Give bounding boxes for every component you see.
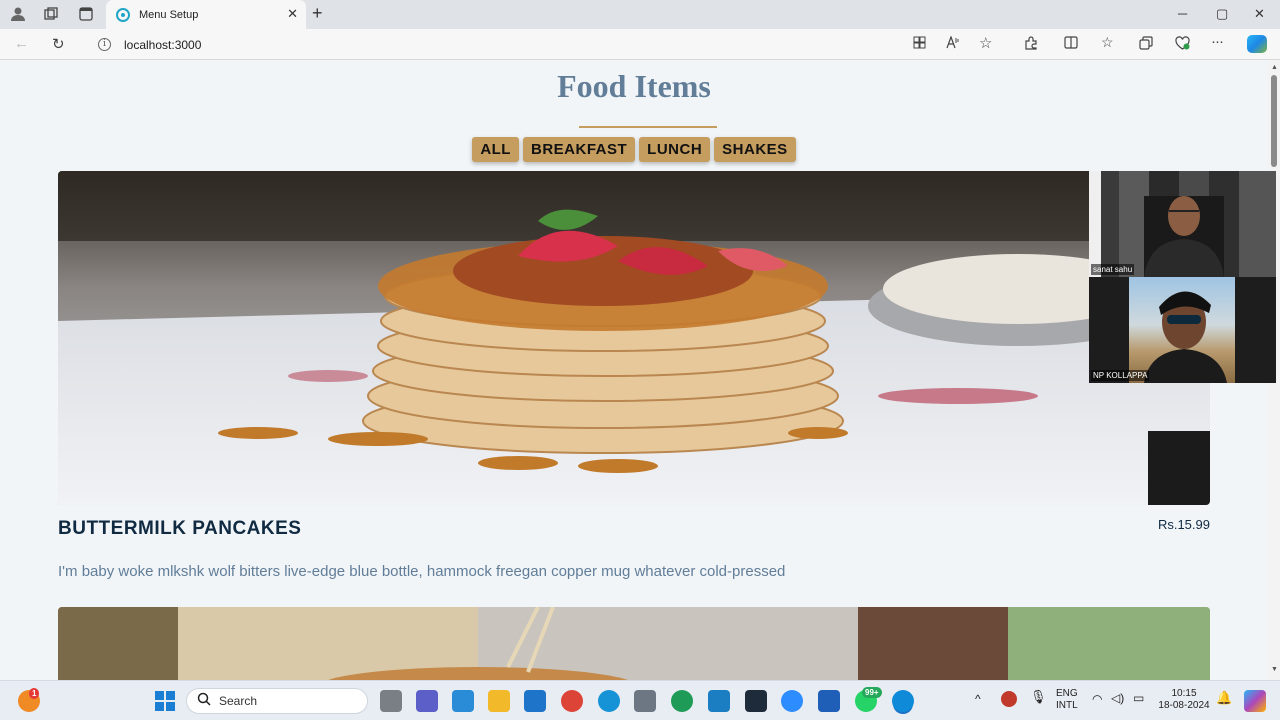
teams-icon[interactable] [416, 690, 438, 712]
info-icon[interactable]: i [98, 38, 111, 51]
window-close-icon[interactable]: ✕ [1254, 6, 1265, 22]
zoom-icon[interactable] [781, 690, 803, 712]
store-icon[interactable] [452, 690, 474, 712]
new-tab-icon[interactable]: + [312, 3, 323, 24]
minimize-icon[interactable]: ─ [1178, 6, 1187, 21]
back-icon[interactable]: ← [14, 35, 29, 52]
language-code: ENG [1056, 688, 1078, 699]
collections-icon[interactable] [1139, 36, 1153, 53]
page-content: Food Items ALL BREAKFAST LUNCH SHAKES BU… [0, 60, 1268, 680]
more-icon[interactable]: ··· [1211, 33, 1224, 50]
item-name: BUTTERMILK PANCAKES [58, 518, 302, 539]
read-aloud-icon[interactable] [946, 35, 960, 52]
battery-icon[interactable]: ▭ [1133, 692, 1144, 704]
next-item-photo [58, 607, 1210, 680]
tab-actions-icon[interactable] [76, 5, 96, 23]
money-app-icon[interactable] [671, 690, 693, 712]
task-view-icon[interactable] [380, 690, 402, 712]
browser-tab-bar: Menu Setup ✕ + ─ ▢ ✕ [0, 0, 1280, 29]
language-indicator[interactable]: ENG INTL [1056, 688, 1078, 712]
copilot-icon[interactable] [1247, 35, 1267, 53]
refresh-icon[interactable]: ↻ [52, 35, 65, 53]
edge-icon[interactable] [598, 690, 620, 712]
file-explorer-icon[interactable] [488, 690, 510, 712]
terminal-app-icon[interactable] [745, 690, 767, 712]
scrollbar-thumb[interactable] [1271, 75, 1277, 167]
video-app-icon[interactable] [818, 690, 840, 712]
browser-essentials-icon[interactable] [1175, 36, 1190, 53]
address-bar: ← ↻ i localhost:3000 ☆ ☆ ··· [0, 29, 1280, 60]
clock-date: 18-08-2024 [1158, 700, 1210, 711]
microphone-icon[interactable]: 🎙 [1030, 690, 1047, 703]
title-underline [579, 126, 717, 128]
taskbar-search[interactable]: Search [186, 688, 368, 714]
filter-all-button[interactable]: ALL [472, 137, 519, 162]
wifi-icon[interactable]: ◠ [1092, 693, 1102, 705]
participant-name-2: NP KOLLAPPA [1091, 370, 1150, 381]
extensions-icon[interactable] [1024, 36, 1038, 53]
filter-breakfast-button[interactable]: BREAKFAST [522, 137, 636, 162]
vscode-icon[interactable] [708, 690, 730, 712]
url-field[interactable]: i localhost:3000 [86, 32, 906, 57]
search-text: Search [219, 694, 258, 708]
active-tab[interactable]: Menu Setup ✕ [106, 0, 306, 29]
page-title: Food Items [557, 68, 711, 104]
search-icon [197, 692, 211, 711]
clock-time: 10:15 [1171, 688, 1197, 699]
favorites-icon[interactable]: ☆ [1101, 34, 1114, 51]
filter-shakes-button[interactable]: SHAKES [714, 137, 796, 162]
close-icon[interactable]: ✕ [287, 6, 298, 22]
tray-chevron-icon[interactable]: ^ [975, 693, 981, 705]
clock[interactable]: 10:15 18-08-2024 [1156, 688, 1212, 712]
windows-taskbar: 1 Search 99+ ^ 🎙 ENG INTL ◠ ◁) ▭ 10:15 1… [0, 680, 1280, 720]
whatsapp-badge: 99+ [862, 687, 882, 698]
participant-name-1: sanat sahu [1091, 264, 1135, 275]
scroll-up-icon[interactable]: ▲ [1271, 64, 1278, 71]
scroll-down-icon[interactable]: ▼ [1271, 666, 1278, 673]
settings-icon[interactable] [634, 690, 656, 712]
item-price: Rs.15.99 [1157, 517, 1210, 532]
language-layout: INTL [1056, 700, 1078, 711]
category-filters: ALL BREAKFAST LUNCH SHAKES [0, 137, 1268, 162]
participant-video-2 [1129, 277, 1235, 383]
notifications-icon[interactable]: 🔔 [1216, 691, 1232, 704]
mail-icon[interactable] [524, 690, 546, 712]
react-favicon [116, 7, 130, 22]
tab-title: Menu Setup [139, 8, 199, 21]
windows-start-icon[interactable] [154, 690, 176, 712]
item-description: I'm baby woke mlkshk wolf bitters live-e… [58, 563, 786, 580]
pancakes-photo [58, 171, 1210, 505]
edge-active-icon[interactable] [892, 690, 914, 712]
split-screen-icon[interactable] [1064, 36, 1078, 52]
apps-icon[interactable] [913, 36, 926, 52]
maximize-icon[interactable]: ▢ [1216, 6, 1228, 22]
url-text[interactable]: localhost:3000 [124, 38, 201, 52]
workspaces-icon[interactable] [41, 5, 61, 23]
volume-icon[interactable]: ◁) [1111, 692, 1124, 704]
tray-app-icon[interactable] [1001, 691, 1017, 707]
profile-icon[interactable] [8, 5, 28, 23]
participant-video-1: sanat sahu [1089, 171, 1276, 277]
copilot-taskbar-icon[interactable] [1244, 690, 1266, 712]
favorite-star-icon[interactable]: ☆ [979, 34, 992, 52]
video-call-overlay[interactable]: sanat sahu NP KOLLAPPA [1089, 171, 1276, 383]
chrome-icon[interactable] [561, 690, 583, 712]
filter-lunch-button[interactable]: LUNCH [639, 137, 711, 162]
